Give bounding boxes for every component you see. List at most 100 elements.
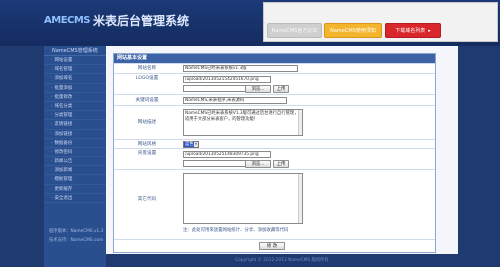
- sidebar-item-label: 更新缓存: [54, 186, 73, 192]
- sidebar-item-label: 网站设置: [54, 58, 73, 63]
- sidebar-footer: 程序版本：NameCMS v1.3 技术支持：NameCMS.com: [44, 227, 106, 245]
- sidebar-item-label: 批量添加: [54, 85, 73, 91]
- other-code-note: 注：此处可用来放置网站统计、分享、添加收藏等代码: [183, 228, 289, 233]
- logo-upload-button[interactable]: 上传: [273, 84, 289, 93]
- sidebar-menu: · 网站设置 · 域名管理 · 添加域名 · 批量添加 · 批量修改 · 域名分类 · 分类管…: [44, 56, 106, 203]
- app-title: 米表后台管理系统: [93, 13, 190, 28]
- sidebar-item-label: 分类管理: [54, 113, 73, 119]
- form-row-site-name: 网站名称 NameCMS已经米表系统v1.3版: [114, 63, 435, 73]
- form-row-style: 网站风格 蓝色 ▾: [114, 139, 435, 148]
- form-row-keywords: 关键词设置 NameCMS,米表程序,米表源码: [114, 94, 435, 105]
- background-browse-button[interactable]: 浏览...: [245, 159, 271, 168]
- bullet-icon: ·: [51, 103, 53, 109]
- textarea-scrollbar[interactable]: [298, 174, 302, 223]
- sidebar-item-label: 批量修改: [54, 94, 73, 100]
- bullet-icon: ·: [51, 85, 53, 91]
- form-row-other-code: 其它代码 注：此处可用来放置网站统计、分享、添加收藏等代码: [114, 169, 435, 239]
- description-textarea[interactable]: NameCMS已经米表系统V1.3版可通过后台进行自行管理，适用于大部分米表客户…: [183, 109, 303, 136]
- logo: AMECMS 米表后台管理系统: [44, 9, 194, 31]
- sidebar: NameCMS管理系统 · 网站设置 · 域名管理 · 添加域名 · 批量添加 · 批量修…: [44, 46, 106, 267]
- bullet-icon: ·: [51, 76, 53, 82]
- chevron-down-icon: ▾: [194, 142, 198, 147]
- form-row-logo: LOGO设置 /upload/20130521542451670.png 浏览.…: [114, 73, 435, 94]
- notice-link-button[interactable]: NameCMS使用须知: [324, 23, 382, 38]
- field-label: 网站名称: [137, 66, 157, 71]
- keywords-input[interactable]: NameCMS,米表程序,米表源码: [183, 97, 287, 104]
- sidebar-item[interactable]: · 域名管理: [44, 65, 106, 75]
- bullet-icon: ·: [51, 168, 53, 174]
- site-name-input[interactable]: NameCMS已经米表系统v1.3版: [183, 65, 298, 72]
- field-label: 网站风格: [137, 142, 157, 147]
- description-text: NameCMS已经米表系统V1.3版可通过后台进行自行管理，适用于大部分米表客户…: [185, 111, 299, 122]
- submit-button[interactable]: 修 改: [259, 242, 285, 250]
- sidebar-item[interactable]: · 数据备份: [44, 139, 106, 148]
- footer-copyright: Copyright © 2012-2013 NameCMS 版权所有: [235, 258, 329, 263]
- bullet-icon: ·: [51, 113, 53, 119]
- field-label: 网站描述: [137, 120, 157, 125]
- sidebar-item[interactable]: · 域名分类: [44, 102, 106, 112]
- sidebar-item-label: 友情链接: [54, 122, 73, 128]
- field-label: 其它代码: [137, 197, 157, 202]
- sidebar-item-label: 模板管理: [54, 177, 73, 183]
- sidebar-item-label: 安全退出: [54, 195, 73, 201]
- sidebar-item-label: 数据备份: [54, 140, 73, 146]
- bullet-icon: ·: [51, 195, 53, 201]
- sidebar-item[interactable]: · 网站设置: [44, 56, 106, 66]
- bullet-icon: ·: [51, 58, 53, 63]
- background-path-input[interactable]: /upload/20130525148309735.png: [183, 151, 271, 158]
- sidebar-item[interactable]: · 新闻公告: [44, 157, 106, 167]
- logo-path-input[interactable]: /upload/20130521542451670.png: [183, 76, 271, 83]
- logo-browse-button[interactable]: 浏览...: [245, 84, 271, 93]
- right-background: [458, 46, 500, 267]
- form-row-submit: 修 改: [114, 239, 435, 252]
- style-select-value: 蓝色: [185, 142, 194, 147]
- version-text: 程序版本：NameCMS v1.3: [49, 229, 104, 234]
- sidebar-item[interactable]: · 添加新闻: [44, 166, 106, 176]
- textarea-scrollbar[interactable]: [298, 110, 302, 135]
- download-domain-list-label: 下载域名列表: [395, 28, 426, 34]
- sidebar-item[interactable]: · 更新缓存: [44, 185, 106, 194]
- bullet-icon: ·: [51, 122, 53, 128]
- forum-link-button[interactable]: NameCMS官方论坛: [267, 23, 322, 38]
- field-label: LOGO设置: [135, 76, 159, 81]
- site-settings-panel: 网站基本设置 网站名称 NameCMS已经米表系统v1.3版 LOGO设置 /u…: [113, 53, 436, 253]
- sidebar-item[interactable]: · 修改密码: [44, 148, 106, 158]
- form-row-description: 网站描述 NameCMS已经米表系统V1.3版可通过后台进行自行管理，适用于大部…: [114, 105, 435, 139]
- field-label: 关键词设置: [135, 98, 159, 103]
- sidebar-item[interactable]: · 安全退出: [44, 194, 106, 203]
- header: AMECMS 米表后台管理系统 NameCMS官方论坛 NameCMS使用须知 …: [0, 0, 500, 46]
- other-code-textarea[interactable]: [183, 173, 303, 224]
- download-domain-list-button[interactable]: 下载域名列表 ▸: [385, 23, 441, 38]
- sidebar-item-label: 修改密码: [54, 149, 73, 155]
- bullet-icon: ·: [51, 140, 53, 146]
- sidebar-item-label: 添加新闻: [54, 168, 73, 174]
- background-upload-button[interactable]: 上传: [273, 159, 289, 168]
- arrow-right-icon: ▸: [428, 27, 431, 34]
- bullet-icon: ·: [51, 67, 53, 73]
- sidebar-item[interactable]: · 友情链接: [44, 120, 106, 130]
- sidebar-item[interactable]: · 模板管理: [44, 175, 106, 185]
- style-select[interactable]: 蓝色 ▾: [183, 141, 199, 148]
- bullet-icon: ·: [51, 94, 53, 100]
- sidebar-item-label: 域名管理: [54, 67, 73, 73]
- bullet-icon: ·: [51, 177, 53, 183]
- bullet-icon: ·: [51, 159, 53, 165]
- sidebar-item-label: 域名分类: [54, 103, 73, 109]
- support-text: 技术支持：NameCMS.com: [49, 238, 104, 243]
- panel-title: 网站基本设置: [114, 54, 435, 63]
- sidebar-item[interactable]: · 分类管理: [44, 111, 106, 121]
- sidebar-item[interactable]: · 批量修改: [44, 93, 106, 102]
- bullet-icon: ·: [51, 186, 53, 192]
- sidebar-item[interactable]: · 添加链接: [44, 130, 106, 139]
- field-label: 背景设置: [137, 151, 157, 156]
- sidebar-item-label: 添加域名: [54, 76, 73, 82]
- logo-mark: AMECMS: [44, 14, 91, 26]
- bullet-icon: ·: [51, 149, 53, 155]
- sidebar-item[interactable]: · 批量添加: [44, 84, 106, 93]
- sidebar-item-label: 添加链接: [54, 131, 73, 137]
- sidebar-item[interactable]: · 添加域名: [44, 74, 106, 84]
- bullet-icon: ·: [51, 131, 53, 137]
- main-content: 网站基本设置 网站名称 NameCMS已经米表系统v1.3版 LOGO设置 /u…: [106, 46, 458, 254]
- sidebar-item-label: 新闻公告: [54, 159, 73, 165]
- sidebar-title: NameCMS管理系统: [44, 46, 106, 56]
